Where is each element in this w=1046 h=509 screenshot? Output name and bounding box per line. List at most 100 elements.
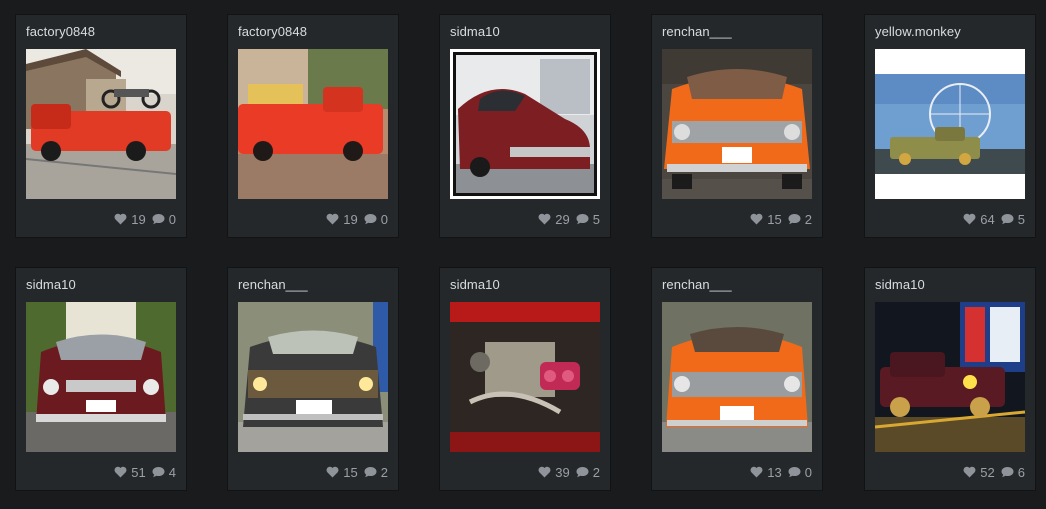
heart-icon [326, 213, 339, 225]
like-count[interactable]: 64 [963, 212, 995, 227]
heart-icon [538, 213, 551, 225]
photo-thumbnail[interactable] [238, 49, 388, 199]
like-count-value: 29 [555, 211, 570, 227]
photo-thumbnail[interactable] [662, 302, 812, 452]
like-count[interactable]: 13 [750, 465, 782, 480]
photo-card[interactable]: sidma10 51 4 [16, 268, 186, 490]
photo-thumbnail[interactable] [26, 302, 176, 452]
photo-card[interactable]: factory0848 19 0 [228, 15, 398, 237]
like-count[interactable]: 19 [326, 212, 358, 227]
post-stats: 19 0 [114, 211, 176, 227]
comment-count[interactable]: 4 [152, 465, 176, 480]
comment-bubble-icon [364, 214, 377, 225]
comment-count[interactable]: 0 [152, 212, 176, 227]
red-pickup-photo [238, 49, 388, 199]
comment-bubble-icon [364, 467, 377, 478]
photo-card[interactable]: sidma10 52 6 [865, 268, 1035, 490]
comment-bubble-icon [788, 467, 801, 478]
comment-bubble-icon [1001, 214, 1014, 225]
photo-thumbnail[interactable] [238, 302, 388, 452]
heart-icon [114, 213, 127, 225]
comment-bubble-icon [576, 467, 589, 478]
comment-bubble-icon [576, 214, 589, 225]
like-count-value: 19 [131, 211, 146, 227]
username-link[interactable]: factory0848 [238, 24, 307, 39]
photo-card[interactable]: factory0848 19 0 [16, 15, 186, 237]
heart-icon [538, 466, 551, 478]
like-count[interactable]: 39 [538, 464, 570, 480]
like-count[interactable]: 51 [114, 464, 146, 480]
photo-card[interactable]: yellow.monkey 64 5 [865, 15, 1035, 237]
photo-card[interactable]: renchan___ 15 2 [652, 15, 822, 237]
photo-card[interactable]: renchan___ 13 0 [652, 268, 822, 490]
heart-icon [963, 213, 976, 225]
red-pickup-photo [26, 49, 176, 199]
post-stats: 51 4 [114, 464, 176, 480]
like-count[interactable]: 15 [750, 212, 782, 227]
maroon-car-front-photo [26, 302, 176, 452]
like-count[interactable]: 29 [538, 211, 570, 227]
username-link[interactable]: renchan___ [662, 24, 732, 39]
like-count[interactable]: 19 [114, 211, 146, 227]
photo-grid: factory0848 19 0 factory0848 19 0 sidma1… [0, 0, 1046, 509]
comment-count[interactable]: 2 [788, 212, 812, 227]
photo-thumbnail[interactable] [875, 49, 1025, 199]
like-count[interactable]: 15 [326, 465, 358, 480]
username-link[interactable]: sidma10 [450, 24, 500, 39]
username-link[interactable]: yellow.monkey [875, 24, 961, 39]
photo-card[interactable]: sidma10 29 5 [440, 15, 610, 237]
comment-count-value: 2 [804, 211, 812, 227]
comment-count[interactable]: 2 [576, 465, 600, 480]
username-link[interactable]: renchan___ [662, 277, 732, 292]
like-count[interactable]: 52 [963, 464, 995, 480]
comment-count-value: 6 [1017, 464, 1025, 480]
maroon-pickup-night-photo [875, 302, 1025, 452]
comment-bubble-icon [152, 467, 165, 478]
like-count-value: 51 [131, 464, 146, 480]
comment-count[interactable]: 0 [364, 212, 388, 227]
post-stats: 64 5 [963, 211, 1025, 227]
like-count-value: 39 [555, 464, 570, 480]
comment-count[interactable]: 0 [788, 465, 812, 480]
post-stats: 52 6 [963, 464, 1025, 480]
heart-icon [963, 466, 976, 478]
post-stats: 19 0 [326, 211, 388, 227]
photo-thumbnail[interactable] [875, 302, 1025, 452]
comment-count-value: 0 [804, 464, 812, 480]
comment-count-value: 2 [592, 464, 600, 480]
username-link[interactable]: factory0848 [26, 24, 95, 39]
photo-card[interactable]: renchan___ 15 2 [228, 268, 398, 490]
post-stats: 13 0 [750, 464, 812, 480]
photo-thumbnail[interactable] [26, 49, 176, 199]
photo-card[interactable]: sidma10 39 2 [440, 268, 610, 490]
orange-car-photo [662, 49, 812, 199]
username-link[interactable]: sidma10 [26, 277, 76, 292]
engine-bay-photo [450, 302, 600, 452]
comment-count-value: 4 [168, 464, 176, 480]
heart-icon [750, 213, 763, 225]
comment-bubble-icon [1001, 467, 1014, 478]
dark-car-front-photo [238, 302, 388, 452]
photo-thumbnail[interactable] [662, 49, 812, 199]
post-stats: 15 2 [326, 464, 388, 480]
comment-count-value: 0 [168, 211, 176, 227]
like-count-value: 52 [980, 464, 995, 480]
photo-thumbnail[interactable] [450, 49, 600, 199]
orange-car-grille-photo [662, 302, 812, 452]
comment-count[interactable]: 5 [1001, 212, 1025, 227]
username-link[interactable]: renchan___ [238, 277, 308, 292]
photo-thumbnail[interactable] [450, 302, 600, 452]
post-stats: 29 5 [538, 211, 600, 227]
comment-count[interactable]: 5 [576, 212, 600, 227]
username-link[interactable]: sidma10 [875, 277, 925, 292]
heart-icon [114, 466, 127, 478]
comment-count-value: 5 [592, 211, 600, 227]
comment-count[interactable]: 2 [364, 465, 388, 480]
pickup-ferris-wheel-photo [875, 49, 1025, 199]
comment-count-value: 2 [380, 464, 388, 480]
comment-bubble-icon [152, 214, 165, 225]
maroon-sedan-photo [450, 49, 600, 199]
comment-count[interactable]: 6 [1001, 465, 1025, 480]
post-stats: 15 2 [750, 211, 812, 227]
username-link[interactable]: sidma10 [450, 277, 500, 292]
